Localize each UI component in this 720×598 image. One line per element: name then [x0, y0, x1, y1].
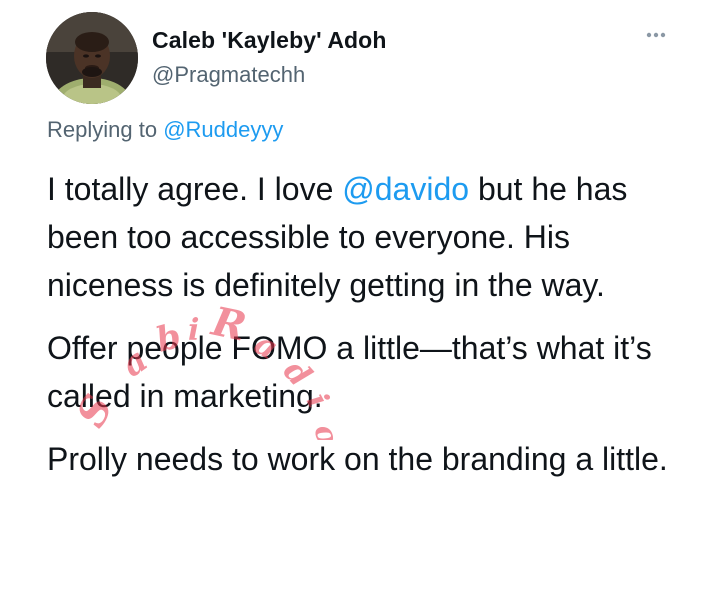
more-options-button[interactable] — [640, 26, 672, 44]
tweet-card: Caleb 'Kayleby' Adoh @Pragmatechh Replyi… — [0, 0, 720, 598]
tweet-text: I totally agree. I love @davido but he h… — [47, 165, 697, 483]
davido-mention-link[interactable]: @davido — [342, 171, 469, 207]
avatar-photo — [46, 12, 138, 104]
tweet-paragraph-2: Offer people FOMO a little—that’s what i… — [47, 330, 652, 414]
more-dots-icon — [646, 32, 666, 38]
replying-to-label: Replying to — [47, 117, 164, 142]
reply-mention-link[interactable]: @Ruddeyyy — [163, 117, 283, 142]
tweet-text-part: I totally agree. I love — [47, 171, 343, 207]
tweet-paragraph-3: Prolly needs to work on the branding a l… — [47, 441, 668, 477]
tweet-paragraph-1: I totally agree. I love @davido but he h… — [47, 165, 697, 309]
replying-to: Replying to @Ruddeyyy — [47, 117, 283, 143]
avatar[interactable] — [46, 12, 138, 104]
author-handle[interactable]: @Pragmatechh — [152, 62, 305, 88]
author-name[interactable]: Caleb 'Kayleby' Adoh — [152, 27, 386, 54]
